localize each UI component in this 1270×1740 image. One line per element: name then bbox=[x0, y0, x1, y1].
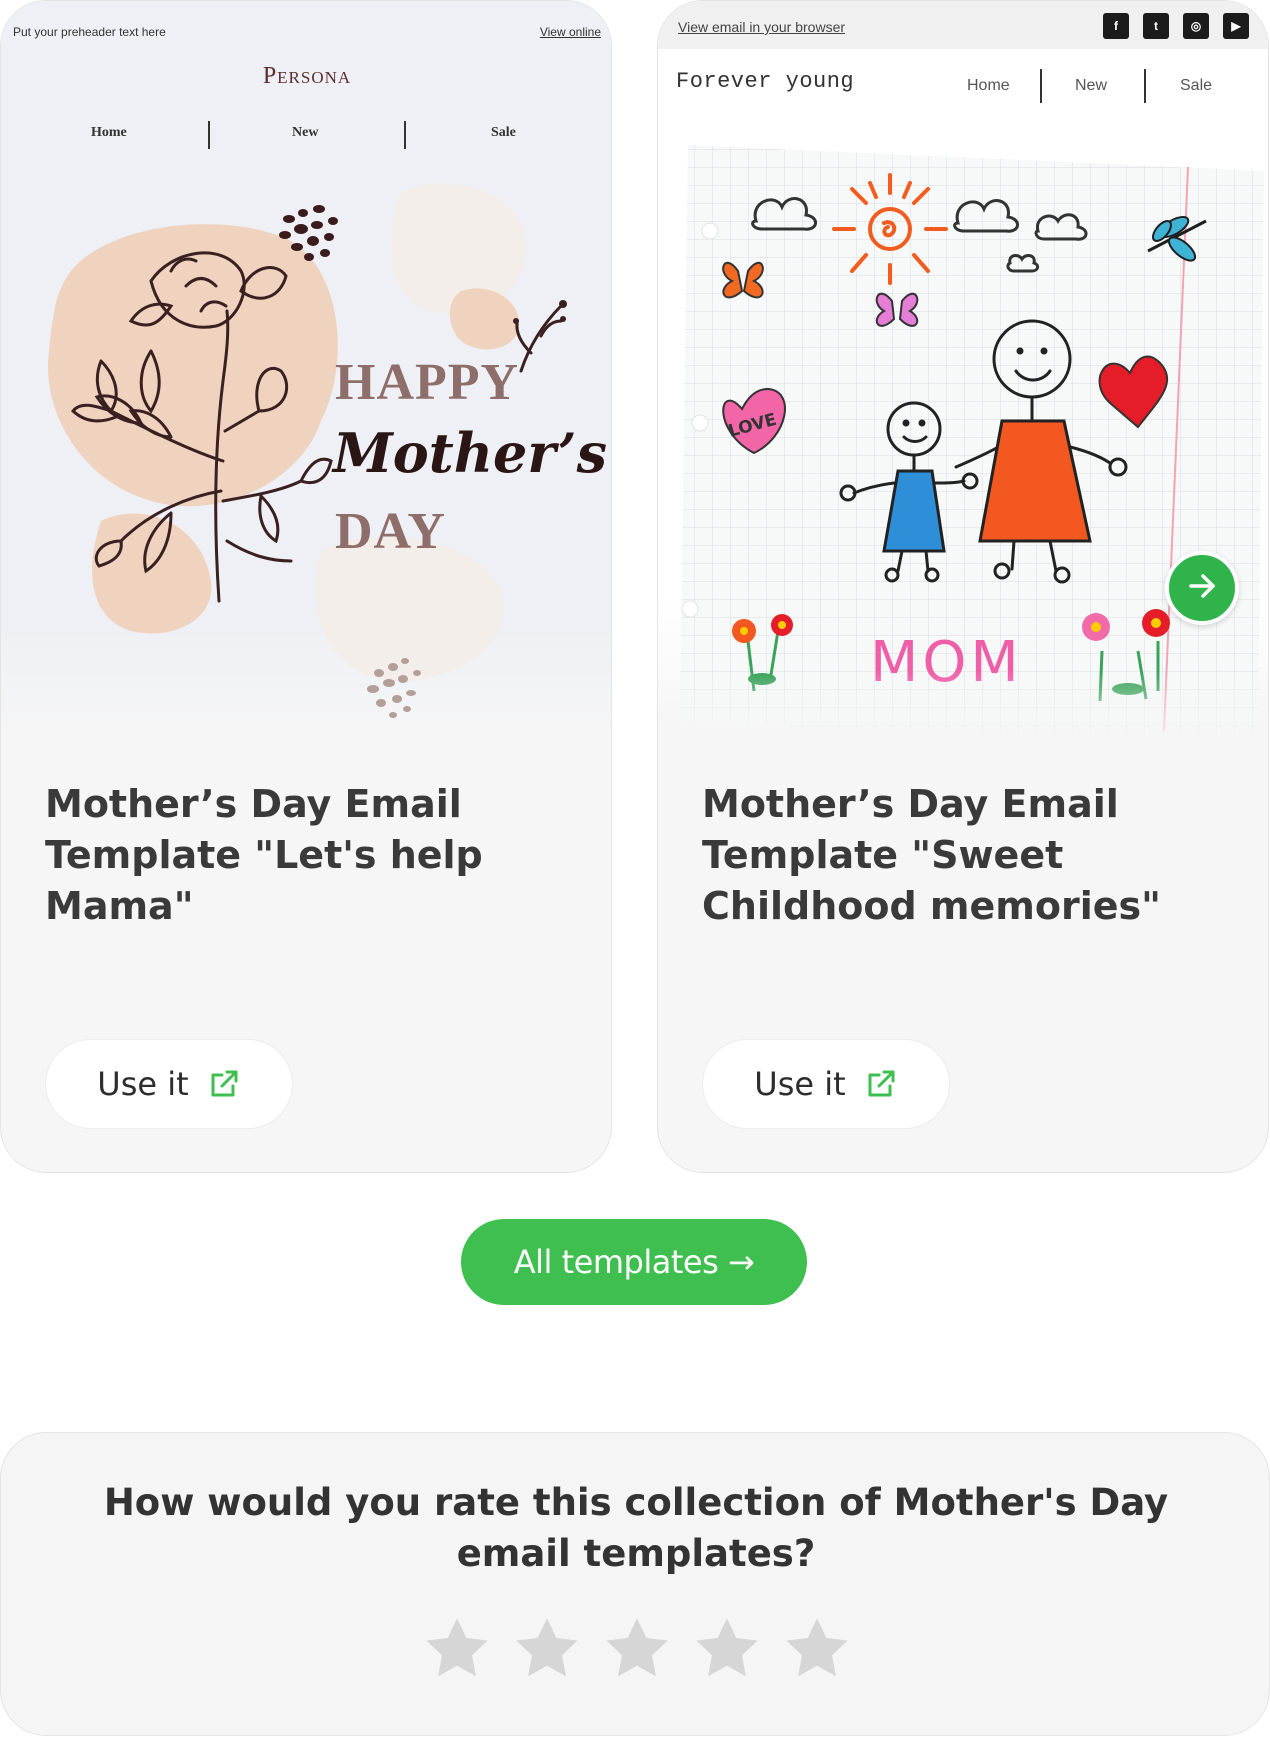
star-2-icon[interactable] bbox=[511, 1613, 583, 1685]
preview-nav: Home New Sale bbox=[1, 119, 611, 151]
template-title: Mother’s Day Email Template "Sweet Child… bbox=[702, 782, 1161, 928]
rating-question: How would you rate this collection of Mo… bbox=[103, 1481, 1169, 1575]
nav-divider bbox=[1040, 69, 1042, 103]
headline-mothers: Mother’s bbox=[333, 421, 607, 485]
star-rating bbox=[421, 1613, 851, 1693]
headline-happy: HAPPY bbox=[335, 354, 520, 411]
preview-topbar: View email in your browser f t ◎ ▶ bbox=[658, 1, 1268, 49]
brand-logo: Persona bbox=[1, 63, 611, 90]
nav-item-home: Home bbox=[91, 125, 127, 140]
use-it-label: Use it bbox=[97, 1065, 189, 1103]
happy-mothers-day-headline: HAPPY Mother’s DAY bbox=[333, 351, 607, 573]
use-it-label: Use it bbox=[754, 1065, 846, 1103]
rating-section: How would you rate this collection of Mo… bbox=[0, 1432, 1270, 1736]
view-in-browser-link: View email in your browser bbox=[678, 19, 846, 35]
template-card-sweet-childhood-memories: View email in your browser f t ◎ ▶ Forev… bbox=[657, 0, 1269, 1173]
use-it-button[interactable]: Use it bbox=[702, 1039, 950, 1129]
template-preview-image[interactable]: Put your preheader text here View online… bbox=[1, 1, 611, 741]
use-it-button[interactable]: Use it bbox=[45, 1039, 293, 1129]
nav-divider bbox=[1144, 69, 1146, 103]
star-4-icon[interactable] bbox=[691, 1613, 763, 1685]
nav-item-new: New bbox=[1075, 77, 1108, 94]
template-preview-image[interactable]: View email in your browser f t ◎ ▶ Forev… bbox=[658, 1, 1268, 741]
star-1-icon[interactable] bbox=[421, 1613, 493, 1685]
nav-divider bbox=[404, 121, 406, 149]
external-link-icon bbox=[864, 1067, 898, 1101]
headline-day: DAY bbox=[335, 503, 446, 560]
preheader-text: Put your preheader text here bbox=[13, 25, 166, 39]
all-templates-button[interactable]: All templates → bbox=[461, 1219, 807, 1305]
template-title: Mother’s Day Email Template "Let's help … bbox=[45, 782, 483, 928]
nav-divider bbox=[208, 121, 210, 149]
star-3-icon[interactable] bbox=[601, 1613, 673, 1685]
nav-item-sale: Sale bbox=[1180, 77, 1213, 94]
twitter-icon: t bbox=[1143, 13, 1169, 39]
logo-text: Persona bbox=[262, 63, 352, 89]
facebook-icon: f bbox=[1103, 13, 1129, 39]
nav-item-new: New bbox=[292, 125, 319, 140]
nav-item-home: Home bbox=[967, 77, 1010, 94]
external-link-icon bbox=[207, 1067, 241, 1101]
template-card-lets-help-mama: Put your preheader text here View online… bbox=[0, 0, 612, 1173]
star-5-icon[interactable] bbox=[781, 1613, 853, 1685]
nav-item-sale: Sale bbox=[491, 125, 516, 140]
view-online-link: View online bbox=[539, 25, 601, 39]
brand-logo: Forever young bbox=[676, 69, 855, 94]
all-templates-label: All templates → bbox=[513, 1243, 755, 1281]
youtube-icon: ▶ bbox=[1223, 13, 1249, 39]
next-preview-button[interactable] bbox=[1165, 551, 1239, 625]
instagram-icon: ◎ bbox=[1183, 13, 1209, 39]
child-drawing-illustration: LOVE MOM bbox=[658, 145, 1268, 741]
arrow-right-icon bbox=[1184, 568, 1220, 608]
